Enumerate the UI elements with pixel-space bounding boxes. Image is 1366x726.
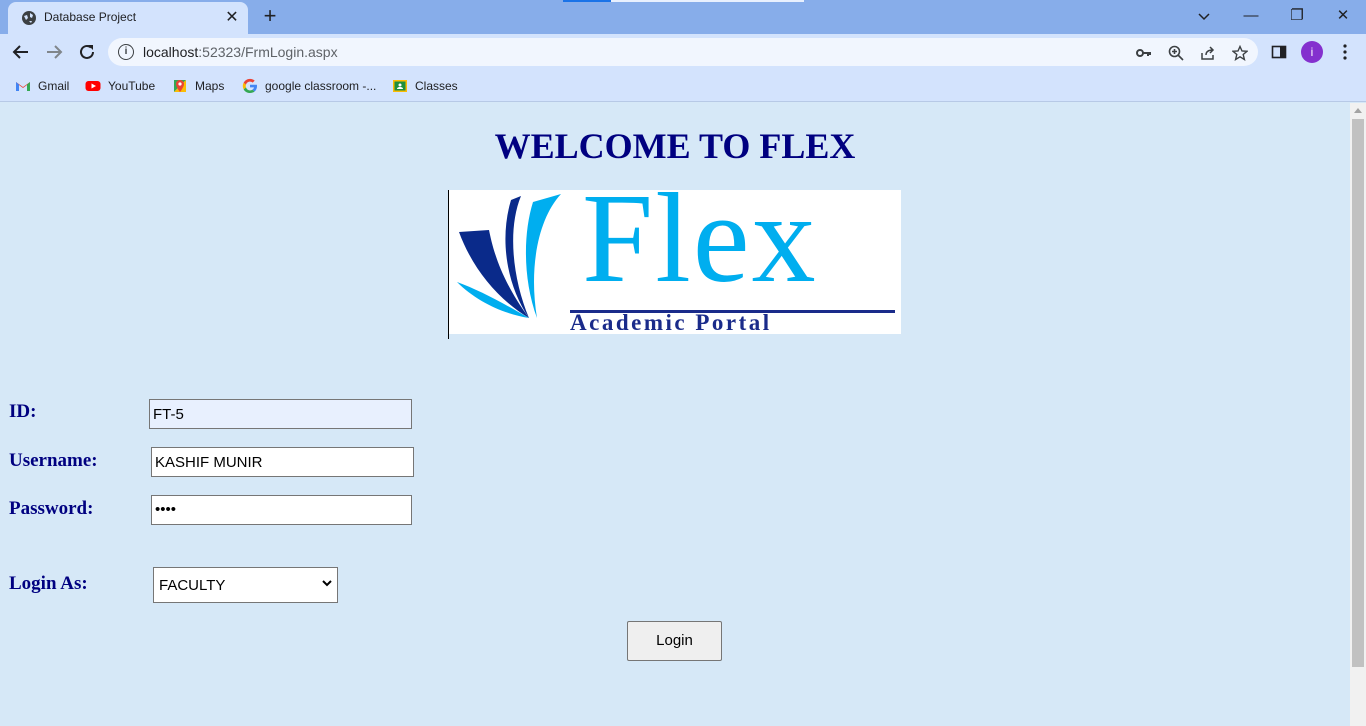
forward-button[interactable] — [40, 38, 68, 66]
gmail-icon — [16, 82, 30, 91]
page-scrollbar[interactable] — [1350, 103, 1366, 726]
tab-strip-accent — [563, 0, 611, 2]
bookmark-classes[interactable]: Classes — [392, 76, 458, 96]
bookmark-google-classroom[interactable]: google classroom -... — [242, 76, 376, 96]
new-tab-button[interactable]: + — [258, 4, 282, 28]
bookmarks-bar: Gmail YouTube Maps google classroom -...… — [0, 70, 1366, 102]
back-arrow-icon — [12, 45, 28, 59]
bookmark-label: YouTube — [108, 79, 156, 93]
tab-title: Database Project — [44, 10, 137, 24]
globe-icon — [22, 11, 36, 25]
tab-search-icon[interactable] — [1181, 2, 1227, 30]
bookmark-star-icon[interactable] — [1229, 42, 1251, 64]
url-path: :52323/FrmLogin.aspx — [198, 44, 338, 60]
back-button[interactable] — [7, 38, 35, 66]
login-as-selected: FACULTY — [159, 577, 226, 594]
flex-logo: Flex Academic Portal — [448, 190, 901, 339]
bookmark-maps[interactable]: Maps — [172, 76, 224, 96]
logo-wordmark: Flex — [582, 190, 818, 309]
browser-toolbar: i localhost:52323/FrmLogin.aspx i — [0, 34, 1366, 70]
side-panel-button[interactable] — [1265, 38, 1293, 66]
side-panel-icon — [1271, 45, 1287, 59]
browser-title-bar: Database Project ✕ + — ❐ ✕ — [0, 0, 1366, 34]
scroll-up-icon[interactable] — [1354, 108, 1362, 113]
classroom-icon — [393, 80, 407, 92]
bookmark-label: Gmail — [38, 79, 70, 93]
scrollbar-thumb[interactable] — [1352, 119, 1364, 667]
password-label: Password: — [9, 498, 94, 519]
profile-avatar[interactable]: i — [1301, 41, 1323, 63]
bookmark-label: google classroom -... — [265, 79, 377, 93]
page-content: WELCOME TO FLEX Flex Academic Portal ID:… — [0, 103, 1350, 726]
zoom-icon[interactable] — [1165, 42, 1187, 64]
id-label: ID: — [9, 401, 37, 422]
menu-button[interactable] — [1331, 38, 1359, 66]
reload-icon — [80, 44, 94, 59]
page-title: WELCOME TO FLEX — [494, 126, 856, 166]
bookmark-label: Classes — [415, 79, 458, 93]
restore-button[interactable]: ❐ — [1274, 2, 1320, 30]
logo-swoosh-icon — [457, 194, 561, 318]
bookmark-youtube[interactable]: YouTube — [85, 76, 155, 96]
maps-icon — [174, 80, 186, 92]
tab-strip-accent-light — [611, 0, 804, 2]
url-host: localhost — [143, 44, 199, 60]
google-icon — [242, 78, 257, 93]
browser-tab[interactable]: Database Project ✕ — [8, 2, 248, 34]
bookmark-label: Maps — [195, 79, 225, 93]
youtube-icon — [85, 81, 101, 91]
site-info-icon[interactable]: i — [118, 44, 134, 60]
url-text[interactable]: localhost:52323/FrmLogin.aspx — [143, 44, 338, 60]
login-button[interactable]: Login — [627, 621, 722, 661]
username-field[interactable] — [151, 447, 414, 477]
logo-image: Flex Academic Portal — [449, 190, 901, 334]
password-field[interactable]: •••• — [151, 495, 412, 525]
logo-tagline: Academic Portal — [570, 310, 772, 334]
close-window-button[interactable]: ✕ — [1320, 2, 1366, 30]
login-as-label: Login As: — [9, 573, 88, 594]
id-field[interactable] — [149, 399, 412, 429]
address-bar[interactable]: i localhost:52323/FrmLogin.aspx — [108, 38, 1258, 66]
more-vert-icon — [1343, 44, 1347, 60]
close-tab-icon[interactable]: ✕ — [222, 8, 242, 28]
key-icon[interactable] — [1133, 42, 1155, 64]
chevron-down-icon — [322, 580, 332, 587]
share-icon[interactable] — [1197, 42, 1219, 64]
bookmark-gmail[interactable]: Gmail — [15, 76, 69, 96]
minimize-button[interactable]: — — [1228, 2, 1274, 30]
username-label: Username: — [9, 450, 98, 471]
login-as-select[interactable]: FACULTY — [153, 567, 338, 603]
forward-arrow-icon — [47, 45, 63, 59]
password-mask: •••• — [155, 501, 177, 518]
reload-button[interactable] — [73, 38, 101, 66]
